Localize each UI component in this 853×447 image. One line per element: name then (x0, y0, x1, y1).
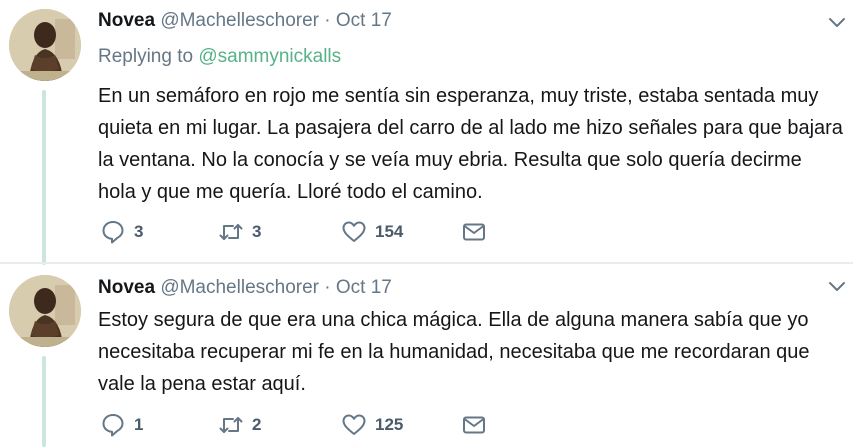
chevron-down-icon[interactable] (828, 281, 846, 293)
tweet-date[interactable]: Oct 17 (336, 277, 392, 298)
tweet-text: Estoy segura de que era una chica mágica… (98, 309, 810, 395)
avatar[interactable] (9, 275, 81, 347)
reply-button[interactable]: 1 (100, 411, 143, 439)
envelope-icon (463, 416, 485, 434)
tweet[interactable]: Novea @Machelleschorer · Oct 17 Estoy se… (0, 0, 853, 447)
retweet-icon (219, 417, 243, 433)
reply-icon (102, 414, 124, 437)
tweet-header: Novea @Machelleschorer · Oct 17 (98, 276, 392, 300)
retweet-count: 2 (252, 415, 262, 434)
heart-icon (342, 414, 366, 435)
separator: · (324, 277, 331, 298)
display-name[interactable]: Novea (98, 277, 155, 298)
avatar-image (9, 275, 81, 347)
user-handle[interactable]: @Machelleschorer (160, 277, 319, 298)
thread-line (42, 356, 46, 447)
direct-message-button[interactable] (461, 411, 487, 439)
like-count: 125 (375, 415, 404, 434)
like-button[interactable]: 125 (341, 411, 403, 439)
retweet-button[interactable]: 2 (218, 411, 261, 439)
reply-count: 1 (134, 415, 144, 434)
